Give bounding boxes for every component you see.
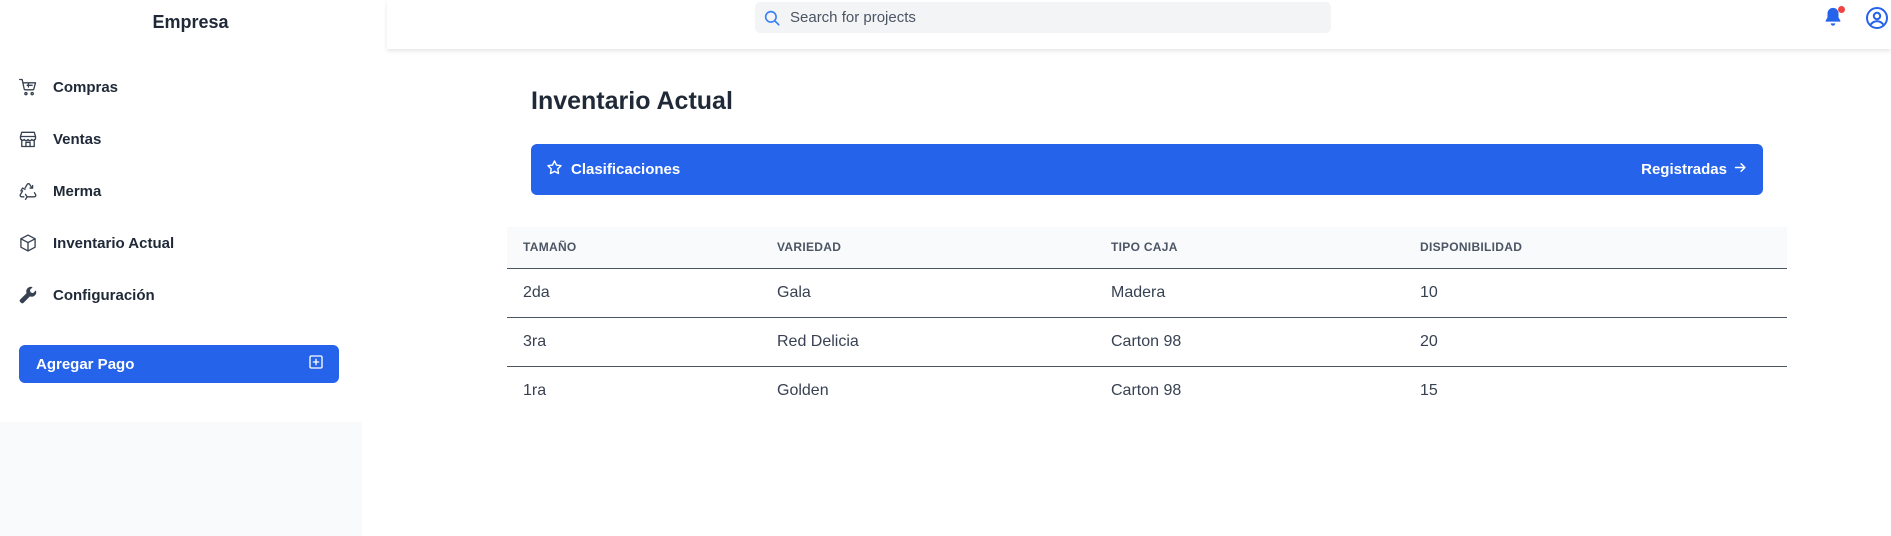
notification-badge	[1838, 6, 1845, 13]
cell-size: 1ra	[523, 381, 547, 399]
registered-label: Registradas	[1641, 161, 1727, 178]
cell-availability: 20	[1420, 332, 1438, 350]
cell-size: 2da	[523, 283, 550, 301]
sidebar-item-label: Merma	[53, 182, 102, 200]
sidebar-item-configuracion[interactable]: Configuración	[18, 279, 155, 311]
classifications-banner: Clasificaciones Registradas	[531, 144, 1763, 195]
store-icon	[18, 129, 38, 149]
cell-availability: 10	[1420, 283, 1438, 301]
box-icon	[18, 233, 38, 253]
registered-link[interactable]: Registradas	[1641, 160, 1748, 180]
sidebar-item-compras[interactable]: Compras	[18, 71, 118, 103]
cell-box-type: Madera	[1111, 283, 1166, 301]
cart-icon	[18, 77, 38, 97]
sidebar-footer-area	[0, 422, 362, 536]
add-payment-button[interactable]: Agregar Pago	[19, 345, 339, 383]
user-menu-button[interactable]	[1865, 6, 1889, 30]
cell-variety: Red Delicia	[777, 332, 859, 350]
sidebar-item-label: Compras	[53, 78, 119, 96]
column-header-availability: DISPONIBILIDAD	[1420, 240, 1523, 255]
sidebar-item-ventas[interactable]: Ventas	[18, 123, 101, 155]
page-title: Inventario Actual	[531, 87, 733, 115]
cell-variety: Gala	[777, 283, 811, 301]
cell-availability: 15	[1420, 381, 1438, 399]
sidebar: Empresa Compras Ventas Merma Inventario …	[0, 0, 362, 536]
table-row: 3ra Red Delicia Carton 98 20	[507, 317, 1787, 366]
sidebar-item-label: Ventas	[53, 130, 102, 148]
bell-icon	[1822, 7, 1844, 32]
sidebar-item-label: Configuración	[53, 286, 155, 304]
recycle-icon	[18, 181, 38, 201]
user-circle-icon	[1865, 7, 1889, 34]
column-header-variety: VARIEDAD	[777, 240, 842, 255]
table-row: 2da Gala Madera 10	[507, 268, 1787, 317]
search-bar[interactable]	[755, 2, 1331, 33]
star-icon	[546, 159, 563, 181]
sidebar-item-label: Inventario Actual	[53, 234, 175, 252]
wrench-icon	[18, 285, 38, 305]
sidebar-item-merma[interactable]: Merma	[18, 175, 101, 207]
cell-size: 3ra	[523, 332, 547, 350]
cell-box-type: Carton 98	[1111, 381, 1182, 399]
cell-box-type: Carton 98	[1111, 332, 1182, 350]
search-input[interactable]	[790, 9, 1310, 26]
column-header-box-type: TIPO CAJA	[1111, 240, 1178, 255]
table-row: 1ra Golden Carton 98 15	[507, 366, 1787, 415]
classifications-link[interactable]: Clasificaciones	[546, 159, 680, 181]
brand-name: Empresa	[152, 12, 229, 32]
arrow-right-icon	[1733, 160, 1748, 180]
top-bar	[387, 0, 1891, 49]
inventory-table: TAMAÑO VARIEDAD TIPO CAJA DISPONIBILIDAD…	[507, 227, 1787, 415]
add-payment-label: Agregar Pago	[36, 355, 135, 373]
column-header-size: TAMAÑO	[523, 240, 577, 255]
plus-square-icon	[308, 354, 324, 375]
cell-variety: Golden	[777, 381, 829, 399]
table-header-row: TAMAÑO VARIEDAD TIPO CAJA DISPONIBILIDAD	[507, 227, 1787, 268]
classifications-label: Clasificaciones	[571, 161, 681, 178]
notifications-button[interactable]	[1822, 6, 1846, 30]
search-icon	[763, 9, 781, 27]
sidebar-item-inventario-actual[interactable]: Inventario Actual	[18, 227, 174, 259]
